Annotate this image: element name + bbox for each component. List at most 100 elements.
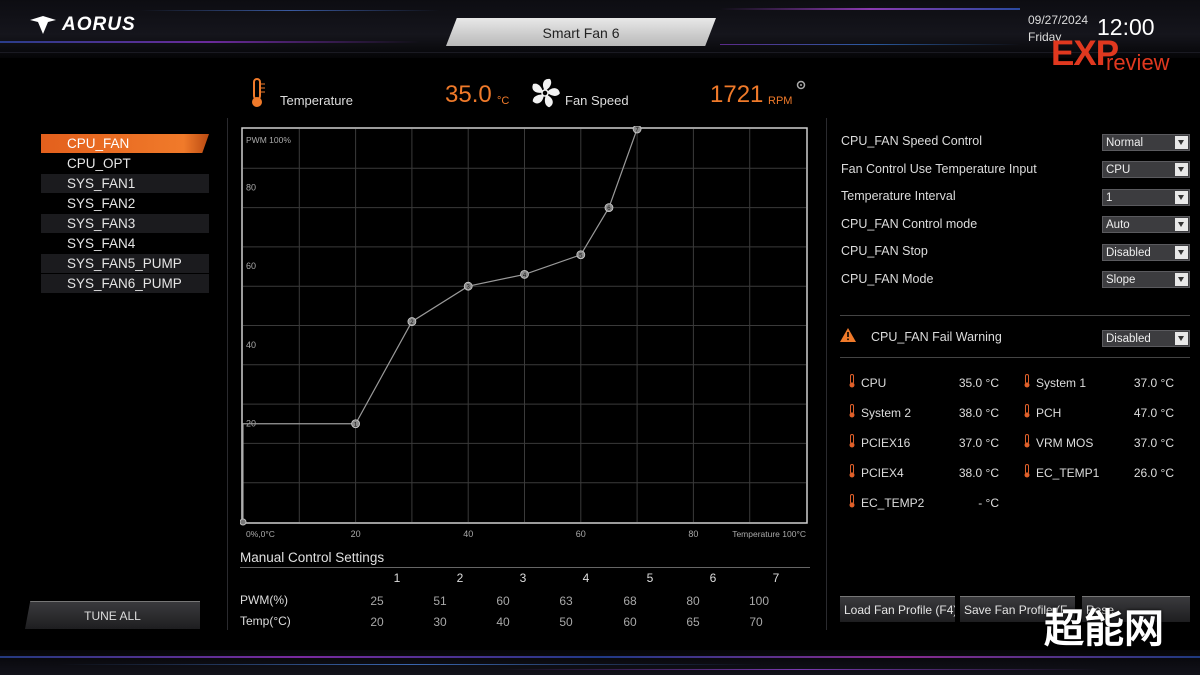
pwm-value-4[interactable]: 63 xyxy=(546,594,586,608)
manual-settings-title: Manual Control Settings xyxy=(240,550,385,565)
temp-value-2[interactable]: 30 xyxy=(420,615,460,629)
chevron-down-icon xyxy=(1175,218,1188,231)
fan-item-sys-fan3[interactable]: SYS_FAN3 xyxy=(41,214,209,233)
thermometer-icon xyxy=(1024,374,1030,388)
curve-point-3[interactable]: 3 xyxy=(463,281,473,291)
curve-point-7[interactable]: 7 xyxy=(632,126,642,134)
thermometer-icon xyxy=(252,78,265,107)
speed-control-value: Normal xyxy=(1106,137,1144,149)
pwm-value-3[interactable]: 60 xyxy=(483,594,523,608)
settings-divider-bottom xyxy=(840,357,1190,358)
thermometer-icon xyxy=(849,464,855,478)
chevron-down-icon xyxy=(1175,191,1188,204)
x-tick-label: 20 xyxy=(351,529,361,539)
fan-item-sys-fan4[interactable]: SYS_FAN4 xyxy=(41,234,209,253)
pwm-value-2[interactable]: 51 xyxy=(420,594,460,608)
temperature-label: Temperature xyxy=(280,93,353,108)
sensor-name-ec-temp2: EC_TEMP2 xyxy=(861,496,925,510)
chevron-down-icon xyxy=(1175,136,1188,149)
curve-point-1[interactable]: 1 xyxy=(351,419,360,429)
temp-value-1[interactable]: 20 xyxy=(357,615,397,629)
fan-stop-label: CPU_FAN Stop xyxy=(841,244,928,258)
aorus-logo: AORUS xyxy=(30,14,136,36)
fan-item-sys-fan1[interactable]: SYS_FAN1 xyxy=(41,174,209,193)
speed-control-label: CPU_FAN Speed Control xyxy=(841,134,983,148)
temp-value-7[interactable]: 70 xyxy=(736,615,776,629)
y-tick-label: 60 xyxy=(246,261,256,271)
sensor-value-system2: 38.0 °C xyxy=(958,406,999,420)
pwm-value-7[interactable]: 100 xyxy=(739,594,779,608)
fan-item-cpu-fan[interactable]: CPU_FAN xyxy=(41,134,209,153)
fan-stop-dropdown[interactable]: Disabled xyxy=(1102,244,1190,261)
fan-item-cpu-opt[interactable]: CPU_OPT xyxy=(41,154,209,173)
chevron-down-icon xyxy=(1175,163,1188,176)
fan-item-sys-fan2[interactable]: SYS_FAN2 xyxy=(41,194,209,213)
thermometer-icon xyxy=(1024,464,1030,478)
control-mode-value: Auto xyxy=(1106,219,1130,231)
fail-warning-value: Disabled xyxy=(1106,333,1151,345)
manual-col-2: 2 xyxy=(456,571,464,585)
fan-curve-chart[interactable]: PWM 100% Temperature 100°C 0%,0°C 20 40 60… xyxy=(240,126,810,541)
curve-point-6[interactable]: 6 xyxy=(604,203,614,213)
y-tick-label: 80 xyxy=(246,183,256,193)
speed-control-dropdown[interactable]: Normal xyxy=(1102,134,1190,151)
settings-dot-icon[interactable] xyxy=(796,80,806,90)
sensor-name-system1: System 1 xyxy=(1036,376,1087,390)
load-fan-profile-button[interactable]: Load Fan Profile (F4) xyxy=(840,596,955,622)
fail-warning-label: CPU_FAN Fail Warning xyxy=(871,330,1002,344)
fan-icon xyxy=(532,78,560,108)
fan-item-sys-fan6-pump[interactable]: SYS_FAN6_PUMP xyxy=(41,274,209,293)
fan-mode-label: CPU_FAN Mode xyxy=(841,272,934,286)
manual-col-4: 4 xyxy=(582,571,590,585)
control-mode-label: CPU_FAN Control mode xyxy=(841,217,978,231)
chevron-down-icon xyxy=(1175,246,1188,259)
temp-interval-label: Temperature Interval xyxy=(841,189,956,203)
sensor-value-ec-temp1: 26.0 °C xyxy=(1133,466,1174,480)
settings-divider-top xyxy=(840,315,1190,316)
pwm-value-1[interactable]: 25 xyxy=(357,594,397,608)
y-axis-label: PWM 100% xyxy=(246,135,291,145)
thermometer-icon xyxy=(1024,434,1030,448)
sensor-value-pch: 47.0 °C xyxy=(1133,406,1174,420)
eagle-icon xyxy=(30,16,56,34)
sensor-name-ec-temp1: EC_TEMP1 xyxy=(1036,466,1100,480)
tune-all-button[interactable]: TUNE ALL xyxy=(25,601,200,629)
manual-col-3: 3 xyxy=(519,571,527,585)
temperature-value: 35.0 xyxy=(445,81,492,108)
x-axis-label: Temperature 100°C xyxy=(732,529,806,539)
sensor-value-system1: 37.0 °C xyxy=(1133,376,1174,390)
x-tick-label: 60 xyxy=(576,529,586,539)
pwm-value-6[interactable]: 80 xyxy=(673,594,713,608)
temp-value-3[interactable]: 40 xyxy=(483,615,523,629)
fail-warning-dropdown[interactable]: Disabled xyxy=(1102,330,1190,347)
manual-col-5: 5 xyxy=(646,571,654,585)
sensor-name-cpu: CPU xyxy=(861,376,887,390)
fan-item-sys-fan5-pump[interactable]: SYS_FAN5_PUMP xyxy=(41,254,209,273)
control-mode-dropdown[interactable]: Auto xyxy=(1102,216,1190,233)
temp-value-4[interactable]: 50 xyxy=(546,615,586,629)
watermark-review: review xyxy=(1106,50,1170,75)
brand-text: AORUS xyxy=(62,14,136,35)
chevron-down-icon xyxy=(1175,332,1188,345)
chevron-down-icon xyxy=(1175,273,1188,286)
pwm-value-5[interactable]: 68 xyxy=(610,594,650,608)
sensor-name-vrm-mos: VRM MOS xyxy=(1036,436,1094,450)
fan-mode-dropdown[interactable]: Slope xyxy=(1102,271,1190,288)
watermark-cn: 超能网 xyxy=(1044,606,1164,652)
temp-input-label: Fan Control Use Temperature Input xyxy=(841,162,1037,176)
temp-interval-dropdown[interactable]: 1 xyxy=(1102,189,1190,206)
curve-point-4[interactable]: 4 xyxy=(520,270,529,279)
x-tick-label: 40 xyxy=(463,529,473,539)
temperature-unit: °C xyxy=(497,95,510,107)
sensor-name-pciex16: PCIEX16 xyxy=(861,436,911,450)
curve-point-5[interactable]: 5 xyxy=(576,250,586,260)
temp-value-5[interactable]: 60 xyxy=(610,615,650,629)
sensor-name-system2: System 2 xyxy=(861,406,912,420)
temp-value-6[interactable]: 65 xyxy=(673,615,713,629)
fan-speed-unit: RPM xyxy=(768,95,793,107)
right-divider xyxy=(826,118,827,630)
temp-input-dropdown[interactable]: CPU xyxy=(1102,161,1190,178)
fan-stop-value: Disabled xyxy=(1106,247,1151,259)
pwm-row-label: PWM(%) xyxy=(240,593,288,607)
curve-point-2[interactable]: 2 xyxy=(407,317,417,327)
